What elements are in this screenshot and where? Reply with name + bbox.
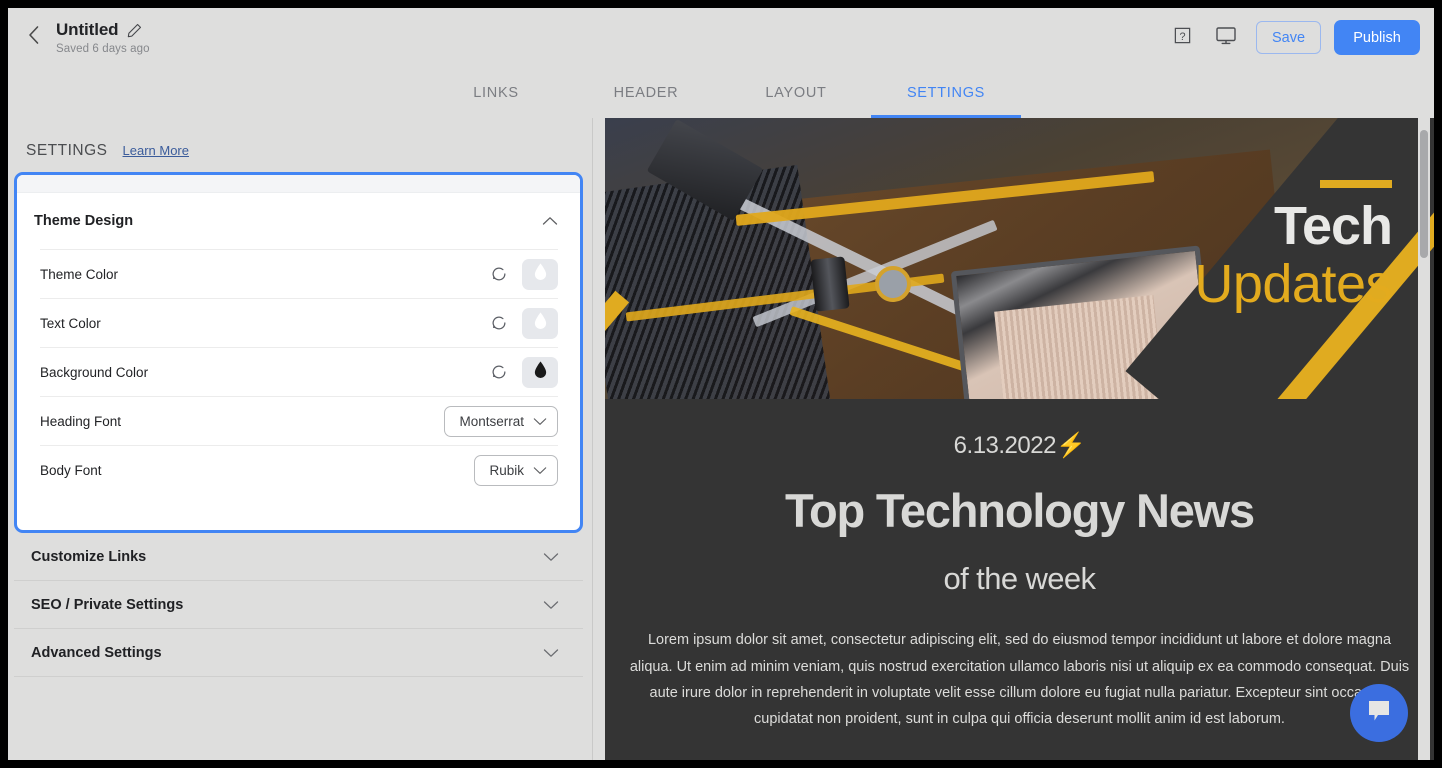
tab-links[interactable]: LINKS [421,67,571,118]
row-theme-color: Theme Color [40,249,558,298]
learn-more-link[interactable]: Learn More [123,143,189,158]
top-bar: Untitled Saved 6 days ago ? Save Publish [8,8,1434,67]
text-color-swatch[interactable] [522,307,558,339]
chat-support-button[interactable] [1350,684,1408,742]
section-theme-design: Theme Design Theme Color Text Color Back… [14,172,583,533]
row-background-color: Background Color [40,347,558,396]
document-title-block: Untitled Saved 6 days ago [56,20,150,55]
droplet-icon [533,360,548,384]
row-heading-font: Heading Font Montserrat [40,396,558,445]
row-body-font: Body Font Rubik [40,445,558,494]
row-label: Background Color [40,364,149,380]
hero-title-primary: Tech [1273,196,1393,256]
help-button[interactable]: ? [1160,18,1204,58]
body-split: SETTINGS Learn More Theme Design Theme C… [8,118,1434,760]
section-theme-design-header[interactable]: Theme Design [17,193,580,249]
monitor-icon [1215,25,1237,51]
svg-text:?: ? [1179,30,1185,42]
section-advanced-settings[interactable]: Advanced Settings [14,629,583,677]
preview-body-text: Lorem ipsum dolor sit amet, consectetur … [629,632,1410,728]
editor-window: Untitled Saved 6 days ago ? Save Publish… [8,8,1434,760]
publish-button[interactable]: Publish [1334,20,1420,55]
save-button[interactable]: Save [1256,21,1321,54]
hero-banner: Tech Updates [605,118,1434,399]
back-button[interactable] [16,21,50,55]
chevron-left-icon [27,25,40,50]
title-row: Untitled [56,20,150,40]
settings-heading: SETTINGS [26,142,108,159]
topbar-actions: ? Save Publish [1160,18,1420,58]
row-label: Body Font [40,462,102,478]
chevron-down-icon [543,600,559,610]
chat-bubble-icon [1365,698,1393,729]
row-label: Text Color [40,315,101,331]
section-title: Theme Design [34,213,134,229]
heading-font-select[interactable]: Montserrat [444,405,558,437]
chevron-down-icon [533,466,547,475]
settings-accordion: Theme Design Theme Color Text Color Back… [8,172,592,737]
hero-title-secondary: Updates [1194,253,1392,314]
row-label: Heading Font [40,413,122,429]
preview-canvas: Tech Updates 6.13.2022⚡ Top Technology N… [605,118,1434,760]
droplet-icon [533,311,548,335]
card-bottom-pad [17,494,580,530]
settings-panel: SETTINGS Learn More Theme Design Theme C… [8,118,593,760]
tab-settings[interactable]: SETTINGS [871,67,1021,118]
section-title: Customize Links [31,548,147,565]
preview-heading: Top Technology News [785,484,1255,537]
tab-layout[interactable]: LAYOUT [721,67,871,118]
body-font-value: Rubik [489,462,524,478]
board-capacitor [810,256,850,312]
pencil-icon[interactable] [127,23,142,38]
preview-date: 6.13.2022⚡ [953,432,1086,459]
hero-title-block: Tech Updates [1194,180,1393,314]
tab-strip: LINKS HEADER LAYOUT SETTINGS [8,67,1434,118]
hero-accent-bar [1320,180,1392,188]
app-window: Untitled Saved 6 days ago ? Save Publish… [0,0,1442,768]
section-title: Advanced Settings [31,644,162,661]
droplet-icon [533,262,548,286]
preview-scrollbar-thumb[interactable] [1420,130,1428,258]
settings-header: SETTINGS Learn More [8,118,592,160]
card-top-strip [17,175,580,193]
saved-status: Saved 6 days ago [56,43,150,55]
row-controls [490,356,558,388]
row-controls [490,258,558,290]
chevron-up-icon[interactable] [542,216,558,226]
preview-subheading: of the week [943,561,1097,597]
question-mark-box-icon: ? [1173,26,1192,50]
preview-pane: Tech Updates 6.13.2022⚡ Top Technology N… [593,118,1434,760]
reset-circular-arrow-icon[interactable] [490,314,508,332]
section-customize-links[interactable]: Customize Links [14,533,583,581]
row-controls [490,307,558,339]
heading-font-value: Montserrat [459,413,524,429]
body-font-select[interactable]: Rubik [474,454,558,486]
row-label: Theme Color [40,266,119,282]
tab-header[interactable]: HEADER [571,67,721,118]
chevron-down-icon [543,552,559,562]
preview-content: 6.13.2022⚡ Top Technology News of the we… [605,431,1434,733]
preview-device-button[interactable] [1204,18,1248,58]
theme-color-swatch[interactable] [522,258,558,290]
reset-circular-arrow-icon[interactable] [490,363,508,381]
section-seo-private-settings[interactable]: SEO / Private Settings [14,581,583,629]
row-text-color: Text Color [40,298,558,347]
section-title: SEO / Private Settings [31,596,184,613]
chevron-down-icon [543,648,559,658]
page-title: Untitled [56,20,119,39]
reset-circular-arrow-icon[interactable] [490,265,508,283]
settings-panel-filler [8,677,592,737]
background-color-swatch[interactable] [522,356,558,388]
chevron-down-icon [533,417,547,426]
